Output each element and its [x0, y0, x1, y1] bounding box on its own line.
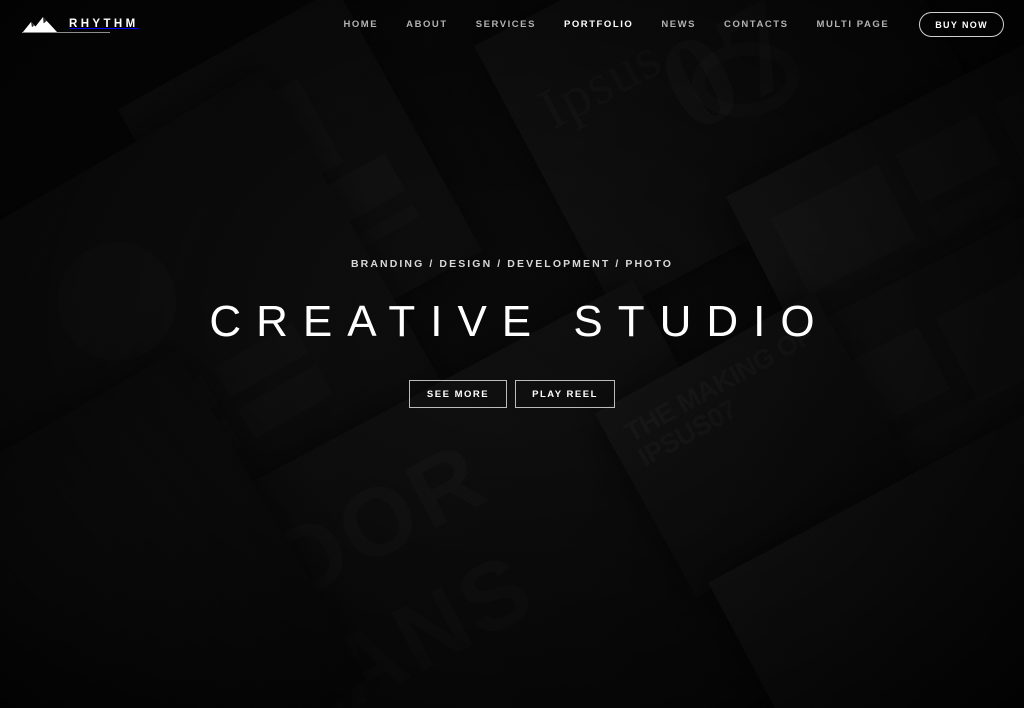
nav-item-home[interactable]: HOME: [329, 13, 392, 36]
main-navigation: HOME ABOUT SERVICES PORTFOLIO NEWS CONTA…: [329, 11, 1004, 37]
brand-logo[interactable]: RHYTHM: [22, 16, 139, 33]
nav-item-news[interactable]: NEWS: [647, 13, 710, 36]
nav-item-contacts[interactable]: CONTACTS: [710, 13, 802, 36]
brand-name: RHYTHM: [69, 18, 139, 30]
brand-underline: [22, 32, 110, 33]
play-reel-button[interactable]: PLAY REEL: [515, 380, 615, 408]
hero-cta-row: SEE MORE PLAY REEL: [409, 380, 615, 408]
hero-content: BRANDING / DESIGN / DEVELOPMENT / PHOTO …: [0, 258, 1024, 408]
mountain-icon: [22, 16, 58, 33]
nav-item-portfolio[interactable]: PORTFOLIO: [550, 13, 647, 36]
nav-item-services[interactable]: SERVICES: [462, 13, 550, 36]
buy-now-button[interactable]: BUY NOW: [919, 11, 1004, 37]
site-header: RHYTHM HOME ABOUT SERVICES PORTFOLIO NEW…: [0, 0, 1024, 48]
see-more-button[interactable]: SEE MORE: [409, 380, 507, 408]
nav-item-about[interactable]: ABOUT: [392, 13, 462, 36]
hero-section: Ipsus 07 FLOOR PLANS THE MAKING OF IPSUS…: [0, 0, 1024, 708]
nav-item-multi-page[interactable]: MULTI PAGE: [803, 13, 904, 36]
hero-eyebrow: BRANDING / DESIGN / DEVELOPMENT / PHOTO: [350, 258, 674, 270]
hero-headline: CREATIVE STUDIO: [209, 297, 830, 346]
